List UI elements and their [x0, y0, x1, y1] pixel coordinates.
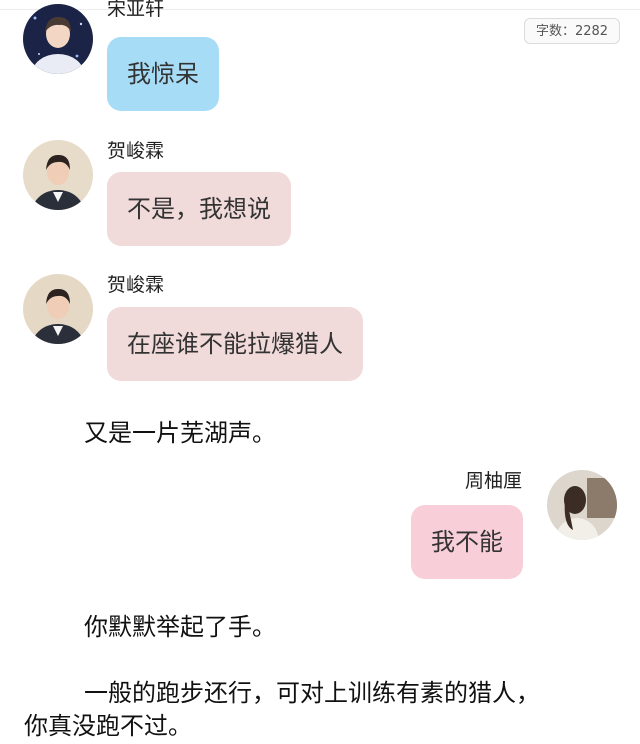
avatar-image — [23, 140, 93, 210]
message-bubble: 在座谁不能拉爆猎人 — [107, 307, 363, 381]
narration-text: 你默默举起了手。 — [84, 613, 276, 641]
avatar-image — [23, 274, 93, 344]
sender-name: 贺峻霖 — [107, 140, 165, 162]
sender-name: 贺峻霖 — [107, 274, 165, 296]
narration-text: 你真没跑不过。 — [24, 712, 192, 740]
avatar-sender-2[interactable] — [23, 140, 93, 210]
top-divider — [0, 0, 640, 10]
avatar-image — [547, 470, 617, 540]
avatar-sender-3[interactable] — [23, 274, 93, 344]
narration-text: 一般的跑步还行，可对上训练有素的猎人， — [84, 679, 540, 707]
avatar-sender-1[interactable] — [23, 4, 93, 74]
avatar-sender-4[interactable] — [547, 470, 617, 540]
narration-text: 又是一片芜湖声。 — [84, 419, 276, 447]
sender-name: 周柚厘 — [465, 470, 523, 492]
sender-name: 宋亚轩 — [107, 0, 165, 20]
message-bubble: 我不能 — [411, 505, 523, 579]
word-count-badge: 字数：2282 — [524, 18, 620, 44]
message-bubble: 不是，我想说 — [107, 172, 291, 246]
avatar-image — [23, 4, 93, 74]
message-bubble: 我惊呆 — [107, 37, 219, 111]
